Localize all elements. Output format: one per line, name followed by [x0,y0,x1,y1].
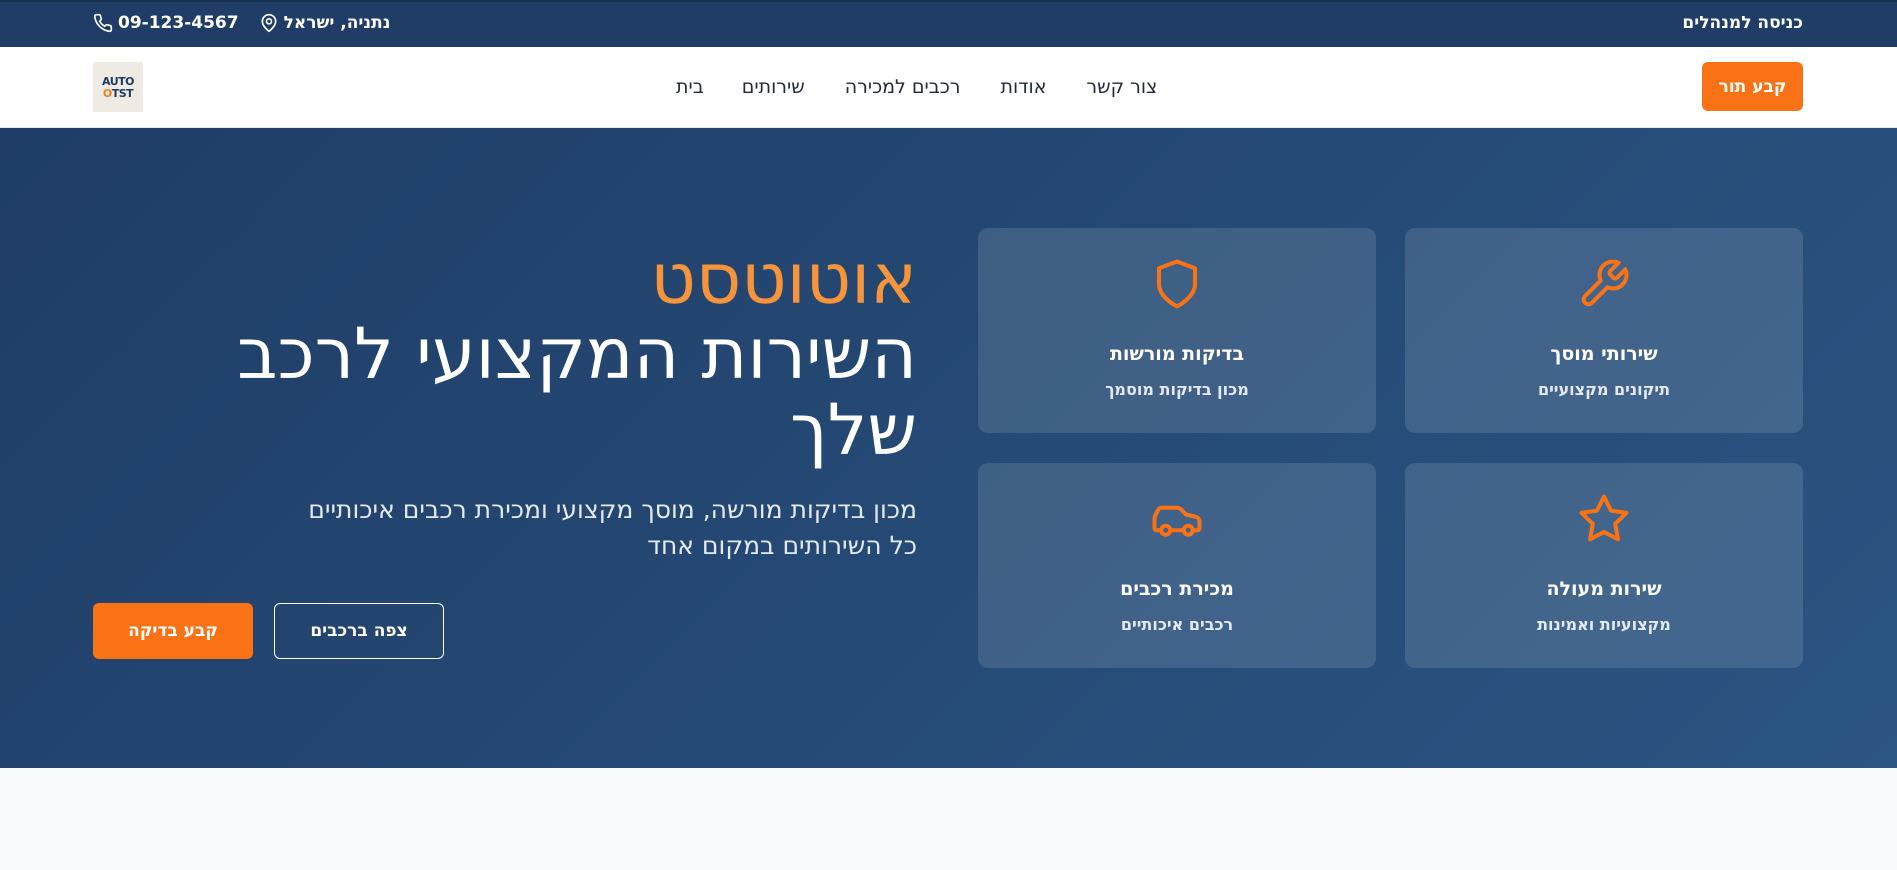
service-card-excellent-service[interactable]: שירות מעולה מקצועיות ואמינות [1405,463,1803,668]
navbar: AUTO OTST בית שירותים רכבים למכירה אודות… [0,47,1897,128]
service-card-inspections[interactable]: בדיקות מורשות מכון בדיקות מוסמך [978,228,1376,433]
book-inspection-button[interactable]: קבע בדיקה [93,603,253,659]
hero-subtitle: מכון בדיקות מורשה, מוסך מקצועי ומכירת רכ… [308,495,917,560]
nav-links: בית שירותים רכבים למכירה אודות צור קשר [676,76,1157,98]
location-text: נתניה, ישראל [283,13,391,33]
service-card-garage[interactable]: שירותי מוסך תיקונים מקצועיים [1405,228,1803,433]
service-card-car-sales[interactable]: מכירת רכבים רכבים איכותיים [978,463,1376,668]
shield-icon [1156,259,1198,309]
card-subtitle: רכבים איכותיים [1120,615,1234,634]
nav-home[interactable]: בית [676,76,704,98]
map-pin-icon [261,13,277,33]
brand-title: אוטוטסט [650,238,917,320]
top-bar: 09-123-4567 נתניה, ישראל כניסה למנהלים [0,0,1897,47]
phone-icon [93,13,113,33]
logo[interactable]: AUTO OTST [93,62,143,112]
book-appointment-button[interactable]: קבע תור [1702,62,1803,111]
card-subtitle: מכון בדיקות מוסמך [1105,380,1249,399]
admin-login-link[interactable]: כניסה למנהלים [1682,13,1803,33]
nav-services[interactable]: שירותים [742,76,805,98]
hero-buttons: צפה ברכבים קבע בדיקה [93,603,444,659]
card-subtitle: תיקונים מקצועיים [1537,380,1671,399]
nav-cars-for-sale[interactable]: רכבים למכירה [845,76,961,98]
phone-group: 09-123-4567 [93,13,239,33]
card-title: שירותי מוסך [1550,343,1658,365]
contact-info: 09-123-4567 נתניה, ישראל [93,13,390,33]
phone-number[interactable]: 09-123-4567 [118,13,239,33]
hero-headline: השירות המקצועי לרכב שלך [237,313,917,471]
car-icon [1152,505,1202,537]
card-title: שירות מעולה [1546,578,1662,600]
nav-contact[interactable]: צור קשר [1086,76,1157,98]
star-icon [1579,494,1629,542]
wrench-icon [1581,259,1629,307]
card-subtitle: מקצועיות ואמינות [1537,615,1671,634]
hero-text: אוטוטסט השירות המקצועי לרכב שלך מכון בדי… [157,242,917,564]
card-title: מכירת רכבים [1120,578,1234,600]
card-title: בדיקות מורשות [1109,343,1245,365]
location-group: נתניה, ישראל [259,13,391,33]
hero-section: אוטוטסט השירות המקצועי לרכב שלך מכון בדי… [0,128,1897,768]
nav-about[interactable]: אודות [1001,76,1047,98]
view-cars-button[interactable]: צפה ברכבים [274,603,444,659]
